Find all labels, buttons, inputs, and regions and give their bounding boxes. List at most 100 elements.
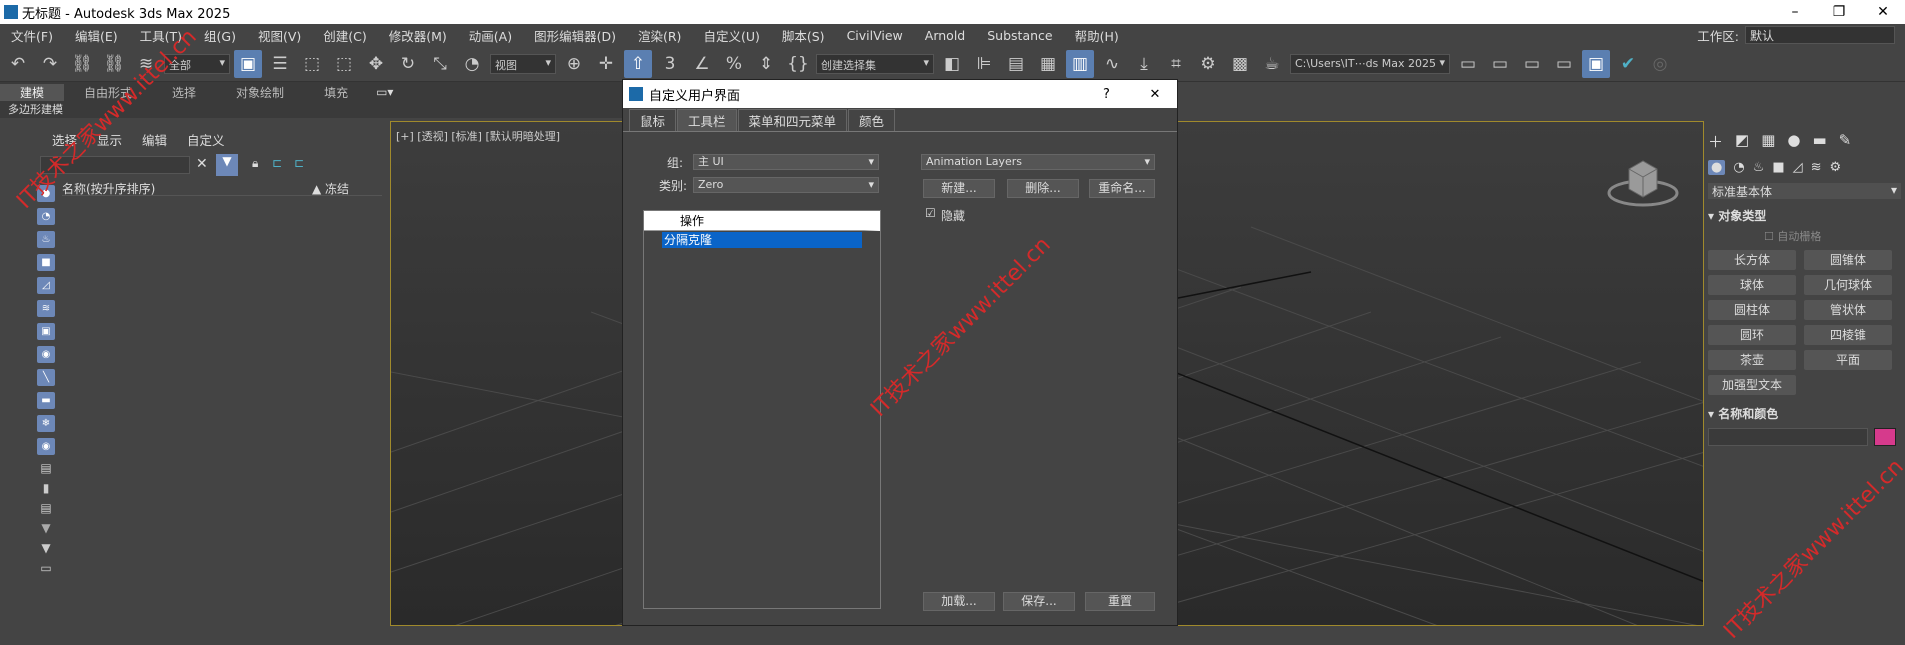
lock-icon[interactable]: 🔒︎ (252, 156, 258, 171)
object-type-heading[interactable]: 对象类型 (1718, 209, 1766, 223)
display-none-icon[interactable]: ▮ (43, 481, 50, 495)
ribbon-tab-selection[interactable]: 选择 (152, 84, 216, 101)
tab-menus-quads[interactable]: 菜单和四元菜单 (737, 109, 848, 131)
mirror-icon[interactable]: ◧ (938, 50, 966, 78)
tab-mouse[interactable]: 鼠标 (629, 109, 677, 131)
dope-sheet-icon[interactable]: ⤓ (1130, 50, 1158, 78)
toolbar-dropdown[interactable]: Animation Layers (921, 154, 1155, 170)
placement-icon[interactable]: ◔ (458, 50, 486, 78)
hierarchy-alt-icon[interactable]: ⊏ (294, 156, 304, 170)
create-tab-icon[interactable]: ＋ (1708, 131, 1723, 152)
cylinder-button[interactable]: 圆柱体 (1708, 300, 1796, 320)
plane-button[interactable]: 平面 (1804, 350, 1892, 370)
filter-icon[interactable]: ▼ (216, 154, 238, 176)
xref-filter-icon[interactable]: ◉ (37, 346, 55, 363)
explorer-tab-edit[interactable]: 编辑 (142, 130, 167, 149)
project-path-dropdown[interactable]: C:\Users\IT⋯ds Max 2025 (1290, 53, 1450, 74)
box-button[interactable]: 长方体 (1708, 250, 1796, 270)
menu-rendering[interactable]: 渲染(R) (627, 26, 692, 45)
redo-icon[interactable]: ↷ (36, 50, 64, 78)
percent-snap-icon[interactable]: % (720, 50, 748, 78)
menu-tools[interactable]: 工具(T) (129, 26, 193, 45)
explorer-tab-display[interactable]: 显示 (97, 130, 122, 149)
project-new-icon[interactable]: ▭ (1518, 50, 1546, 78)
torus-button[interactable]: 圆环 (1708, 325, 1796, 345)
name-color-heading[interactable]: 名称和颜色 (1718, 407, 1778, 421)
minimize-button[interactable]: – (1773, 4, 1817, 20)
menu-customize[interactable]: 自定义(U) (692, 26, 770, 45)
menu-edit[interactable]: 编辑(E) (64, 26, 129, 45)
rotate-icon[interactable]: ↻ (394, 50, 422, 78)
rect-select-icon[interactable]: ⬚ (298, 50, 326, 78)
reset-button[interactable]: 重置 (1085, 592, 1155, 611)
unlink-icon[interactable]: ⛓ (100, 50, 128, 78)
ref-coord-dropdown[interactable]: 视图 (490, 53, 556, 74)
ribbon-toggle-icon[interactable]: ▥ (1066, 49, 1094, 78)
column-name-header[interactable]: 名称(按升序排序) (62, 182, 155, 196)
clear-search-icon[interactable]: ✕ (196, 156, 208, 172)
layer-explorer-icon[interactable]: ▦ (1034, 50, 1062, 78)
render-icon[interactable]: ☕ (1258, 50, 1286, 78)
save-button[interactable]: 保存... (1003, 592, 1075, 611)
named-selection-dropdown[interactable]: 创建选择集 (816, 53, 934, 74)
select-manipulate-icon[interactable]: ✛ (592, 50, 620, 78)
link-icon[interactable]: ⛓ (68, 50, 96, 78)
restore-button[interactable]: ❐ (1817, 4, 1861, 20)
hierarchy-icon[interactable]: ⊏ (272, 156, 282, 170)
select-by-name-icon[interactable]: ☰ (266, 50, 294, 78)
menu-view[interactable]: 视图(V) (247, 26, 312, 45)
check-icon[interactable]: ✔ (1614, 50, 1642, 78)
project-open-icon[interactable]: ▭ (1486, 50, 1514, 78)
container-filter-icon[interactable]: ▬ (37, 392, 55, 409)
autogrid-checkbox[interactable]: ☐ (1764, 230, 1774, 243)
project-folder-icon[interactable]: ▭ (1454, 50, 1482, 78)
render-setup-icon[interactable]: ▩ (1226, 50, 1254, 78)
dialog-close-button[interactable]: ✕ (1133, 87, 1177, 102)
delete-button[interactable]: 删除... (1007, 179, 1079, 198)
hidden-filter-icon[interactable]: ◉ (37, 438, 55, 455)
menu-group[interactable]: 组(G) (193, 26, 247, 45)
action-list-item[interactable]: 分隔克隆 (662, 232, 862, 248)
utilities-tab-icon[interactable]: ✎ (1839, 131, 1852, 152)
teapot-button[interactable]: 茶壶 (1708, 350, 1796, 370)
funnel-icon[interactable]: ▼ (41, 521, 50, 535)
menu-civilview[interactable]: CivilView (836, 28, 914, 43)
menu-modifiers[interactable]: 修改器(M) (378, 26, 458, 45)
close-window-button[interactable]: ✕ (1861, 4, 1905, 20)
menu-file[interactable]: 文件(F) (0, 26, 64, 45)
spacewarp-filter-icon[interactable]: ≋ (37, 300, 55, 317)
select-object-icon[interactable]: ▣ (234, 49, 262, 78)
tray-icon[interactable]: ▭ (40, 561, 51, 575)
scene-explorer-icon[interactable]: ▤ (1002, 50, 1030, 78)
ribbon-tab-freeform[interactable]: 自由形式 (64, 84, 152, 101)
action-list[interactable]: 操作 分隔克隆 (643, 210, 881, 609)
menu-create[interactable]: 创建(C) (312, 26, 377, 45)
cameras-icon[interactable]: ■ (1772, 160, 1784, 175)
angle-snap-icon[interactable]: ∠ (688, 50, 716, 78)
funnel-alt-icon[interactable]: ▼ (41, 541, 50, 555)
group-dropdown[interactable]: 主 UI (693, 154, 879, 170)
frozen-filter-icon[interactable]: ❄ (37, 415, 55, 432)
menu-arnold[interactable]: Arnold (914, 28, 976, 43)
spacewarps-icon[interactable]: ≋ (1811, 160, 1822, 175)
explorer-tab-select[interactable]: 选择 (52, 130, 77, 149)
selection-filter-dropdown[interactable]: 全部 (164, 53, 230, 74)
edit-named-sel-icon[interactable]: {} (784, 50, 812, 78)
material-editor-icon[interactable]: ⚙ (1194, 50, 1222, 78)
systems-icon[interactable]: ⚙ (1830, 160, 1842, 175)
shapes-icon[interactable]: ◔ (1733, 160, 1744, 175)
category-dropdown[interactable]: Zero (693, 177, 879, 193)
explorer-tab-customize[interactable]: 自定义 (187, 130, 225, 149)
snap-3d-icon[interactable]: 3 (656, 50, 684, 78)
modify-tab-icon[interactable]: ◩ (1735, 131, 1749, 152)
tube-button[interactable]: 管状体 (1804, 300, 1892, 320)
curve-editor-icon[interactable]: ∿ (1098, 50, 1126, 78)
sphere-button[interactable]: 球体 (1708, 275, 1796, 295)
menu-scripting[interactable]: 脚本(S) (771, 26, 836, 45)
align-icon[interactable]: ⊫ (970, 50, 998, 78)
ribbon-tab-modeling[interactable]: 建模 (0, 83, 65, 101)
bind-spacewarp-icon[interactable]: ≋ (132, 50, 160, 78)
textplus-button[interactable]: 加强型文本 (1708, 375, 1796, 395)
action-list-header[interactable]: 操作 (644, 211, 880, 231)
geosphere-button[interactable]: 几何球体 (1804, 275, 1892, 295)
